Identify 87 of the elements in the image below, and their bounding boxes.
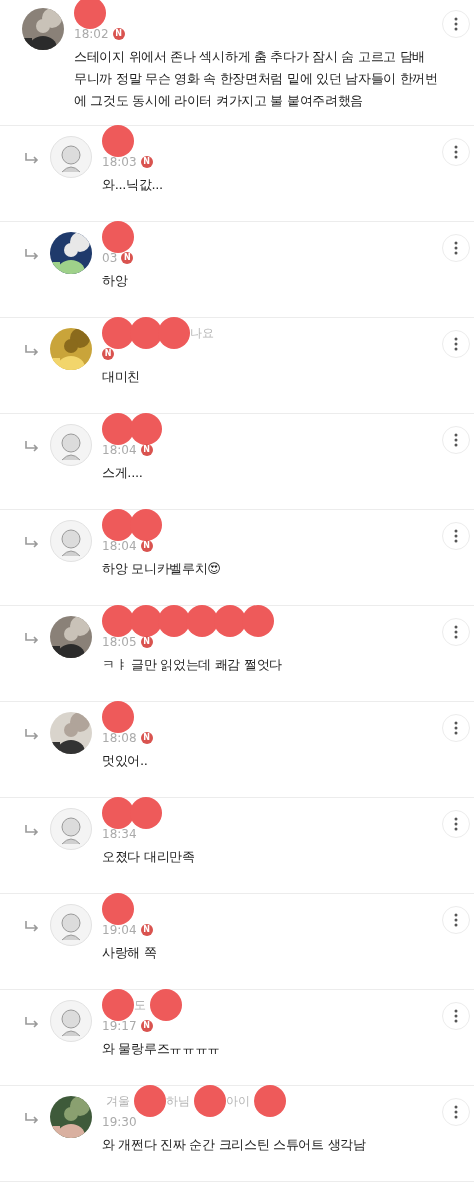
redaction-mark: [74, 0, 106, 29]
user-name: 나요: [189, 325, 215, 342]
redaction-mark: [102, 893, 134, 925]
more-icon: [454, 529, 458, 543]
more-icon: [454, 337, 458, 351]
comment-time: 18:03: [102, 154, 137, 171]
comment-text: 대미친: [102, 368, 142, 386]
new-badge: N: [140, 636, 153, 648]
redaction-mark: [150, 989, 182, 1021]
comment-time: 18:05: [102, 634, 137, 651]
comment-time: 19:17: [102, 1018, 137, 1035]
character-avatar-icon: [50, 424, 92, 466]
comment-text: 멋있어..: [102, 752, 149, 770]
reply-arrow-icon: [24, 1016, 40, 1030]
more-icon: [454, 625, 458, 639]
new-badge: N: [140, 1020, 153, 1032]
redaction-mark: [102, 989, 134, 1021]
redaction-mark: [194, 1085, 226, 1117]
character-avatar-icon: [50, 520, 92, 562]
comment-time: 18:04: [102, 538, 137, 555]
new-badge: N: [140, 156, 153, 168]
new-badge: N: [102, 348, 114, 360]
more-icon: [454, 241, 458, 255]
redaction-mark: [134, 1085, 166, 1117]
more-icon: [454, 1009, 458, 1023]
more-icon: [454, 721, 458, 735]
reply-arrow-icon: [24, 440, 40, 454]
reply-arrow-icon: [24, 920, 40, 934]
comment-time: 18:04: [102, 442, 137, 459]
comment-time: 19:30: [102, 1114, 137, 1131]
new-badge: N: [140, 924, 153, 936]
reply-arrow-icon: [24, 248, 40, 262]
comment-time: 18:02: [74, 26, 109, 43]
new-badge: N: [121, 252, 134, 264]
more-icon: [454, 913, 458, 927]
redaction-mark: [102, 317, 134, 349]
comment-text: 와 개쩐다 진짜 순간 크리스틴 스튜어트 생각남: [102, 1136, 367, 1154]
character-avatar-icon: [50, 808, 92, 850]
redaction-mark: [102, 797, 134, 829]
redaction-mark: [158, 317, 190, 349]
more-icon: [454, 1105, 458, 1119]
more-icon: [454, 145, 458, 159]
reply-arrow-icon: [24, 152, 40, 166]
redaction-mark: [102, 701, 134, 733]
redaction-mark: [102, 125, 134, 157]
reply-arrow-icon: [24, 824, 40, 838]
user-name: 하님: [165, 1093, 191, 1110]
comment-text: 스게....: [102, 464, 144, 482]
more-icon: [454, 17, 458, 31]
reply-arrow-icon: [24, 536, 40, 550]
redaction-mark: [254, 1085, 286, 1117]
new-badge: N: [140, 444, 153, 456]
comment-text: 스테이지 위에서 존나 섹시하게 춤 추다가 잠시 숨 고르고 담배 무니까 정말 무슨 영화 속 한장면처럼 밑에 있던 남자들이 한꺼번에 그것도 동시에 라이터 켜가지고 불 붙여주려했음: [74, 48, 439, 110]
comment-text: 하앙: [102, 272, 129, 290]
comment-text: 하앙 모니카벨루치😍: [102, 560, 222, 578]
comment-time: 03: [102, 250, 118, 267]
comment-time: 19:04: [102, 922, 137, 939]
reply-arrow-icon: [24, 344, 40, 358]
user-name: 겨울: [105, 1093, 131, 1110]
redaction-mark: [130, 797, 162, 829]
comment-time: 18:34: [102, 826, 137, 843]
comment-text: ㅋㅑ 글만 읽었는데 쾌감 쩔엇다: [102, 656, 283, 674]
character-avatar-icon: [50, 1000, 92, 1042]
character-avatar-icon: [50, 904, 92, 946]
more-icon: [454, 433, 458, 447]
comment-text: 와...닉값...: [102, 176, 164, 194]
comment-text: 와 물랑루즈ㅠㅠㅠㅠ: [102, 1040, 221, 1058]
more-icon: [454, 817, 458, 831]
redaction-mark: [102, 509, 134, 541]
reply-arrow-icon: [24, 1112, 40, 1126]
user-name: 도: [133, 997, 147, 1014]
user-name: 아이: [225, 1093, 251, 1110]
new-badge: N: [112, 28, 125, 40]
comment-time: 18:08: [102, 730, 137, 747]
reply-arrow-icon: [24, 632, 40, 646]
redaction-mark: [130, 509, 162, 541]
comment-text: 오졌다 대리만족: [102, 848, 196, 866]
new-badge: N: [140, 540, 153, 552]
comment-text: 사랑해 쪽: [102, 944, 158, 962]
redaction-mark: [102, 605, 134, 637]
redaction-mark: [102, 413, 134, 445]
redaction-mark: [130, 413, 162, 445]
character-avatar-icon: [50, 136, 92, 178]
redaction-mark: [102, 221, 134, 253]
reply-arrow-icon: [24, 728, 40, 742]
new-badge: N: [140, 732, 153, 744]
redaction-mark: [242, 605, 274, 637]
